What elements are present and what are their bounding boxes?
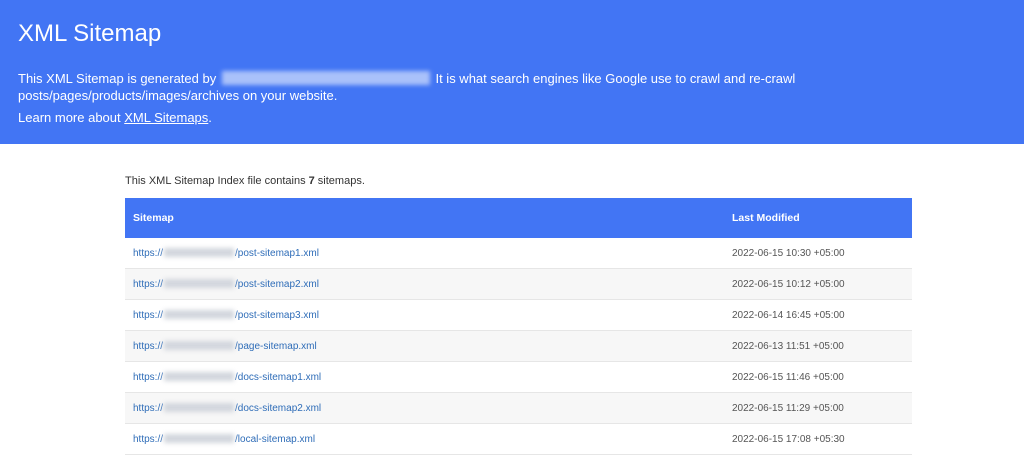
url-prefix: https:// xyxy=(133,309,164,321)
redacted-host xyxy=(164,278,235,288)
sitemap-url-cell: https:// /post-sitemap1.xml xyxy=(125,238,724,269)
sitemap-link[interactable]: https:// /post-sitemap1.xml xyxy=(133,247,319,259)
redacted-host xyxy=(164,309,235,319)
sitemap-summary: This XML Sitemap Index file contains 7 s… xyxy=(125,144,912,188)
intro-before: This XML Sitemap is generated by xyxy=(18,71,217,86)
sitemap-table: Sitemap Last Modified https:// /post-site… xyxy=(125,198,912,455)
redacted-host xyxy=(164,402,235,412)
last-modified-cell: 2022-06-13 11:51 +05:00 xyxy=(724,330,912,362)
redacted-host xyxy=(164,247,235,257)
url-prefix: https:// xyxy=(133,247,164,259)
redacted-plugin-link[interactable] xyxy=(221,71,430,85)
last-modified-cell: 2022-06-15 11:29 +05:00 xyxy=(724,392,912,424)
url-prefix: https:// xyxy=(133,371,164,383)
sitemap-url-cell: https:// /post-sitemap2.xml xyxy=(125,268,724,300)
main-content: This XML Sitemap Index file contains 7 s… xyxy=(125,144,912,455)
url-path: /post-sitemap2.xml xyxy=(235,278,319,290)
url-path: /local-sitemap.xml xyxy=(235,433,316,445)
url-path: /docs-sitemap1.xml xyxy=(235,371,322,383)
sitemap-url-cell: https:// /local-sitemap.xml xyxy=(125,423,724,455)
sitemap-link[interactable]: https:// /docs-sitemap1.xml xyxy=(133,371,322,383)
url-prefix: https:// xyxy=(133,402,164,414)
table-header-row: Sitemap Last Modified xyxy=(125,198,912,238)
sitemap-link[interactable]: https:// /post-sitemap3.xml xyxy=(133,309,319,321)
last-modified-cell: 2022-06-15 17:08 +05:30 xyxy=(724,423,912,455)
url-prefix: https:// xyxy=(133,340,164,352)
url-path: /docs-sitemap2.xml xyxy=(235,402,322,414)
last-modified-cell: 2022-06-15 10:30 +05:00 xyxy=(724,238,912,269)
url-path: /post-sitemap1.xml xyxy=(235,247,319,259)
page-header: XML Sitemap This XML Sitemap is generate… xyxy=(0,0,1024,144)
sitemap-link[interactable]: https:// /docs-sitemap2.xml xyxy=(133,402,322,414)
last-modified-cell: 2022-06-15 11:46 +05:00 xyxy=(724,361,912,393)
intro-text: This XML Sitemap is generated by It is w… xyxy=(18,70,1006,104)
url-prefix: https:// xyxy=(133,433,164,445)
column-sitemap: Sitemap xyxy=(125,198,724,238)
xml-sitemaps-link[interactable]: XML Sitemaps xyxy=(124,110,208,125)
sitemap-link[interactable]: https:// /local-sitemap.xml xyxy=(133,433,316,445)
redacted-host xyxy=(164,340,235,350)
sitemap-link[interactable]: https:// /page-sitemap.xml xyxy=(133,340,317,352)
table-row: https:// /post-sitemap2.xml 2022-06-15 10:… xyxy=(125,268,912,300)
table-row: https:// /docs-sitemap1.xml 2022-06-15 11:… xyxy=(125,361,912,393)
last-modified-cell: 2022-06-15 10:12 +05:00 xyxy=(724,268,912,300)
table-row: https:// /post-sitemap3.xml 2022-06-14 16:… xyxy=(125,299,912,331)
page-title: XML Sitemap xyxy=(18,20,162,47)
table-row: https:// /docs-sitemap2.xml 2022-06-15 11:… xyxy=(125,392,912,424)
learn-more-prefix: Learn more about xyxy=(18,110,125,125)
table-row: https:// /local-sitemap.xml 2022-06-15 17:… xyxy=(125,423,912,455)
table-row: https:// /post-sitemap1.xml 2022-06-15 10:… xyxy=(125,238,912,269)
url-path: /post-sitemap3.xml xyxy=(235,309,319,321)
summary-prefix: This XML Sitemap Index file contains xyxy=(125,175,309,187)
url-path: /page-sitemap.xml xyxy=(235,340,317,352)
sitemap-url-cell: https:// /docs-sitemap1.xml xyxy=(125,361,724,393)
sitemap-url-cell: https:// /page-sitemap.xml xyxy=(125,330,724,362)
table-row: https:// /page-sitemap.xml 2022-06-13 11:5… xyxy=(125,330,912,362)
redacted-host xyxy=(164,433,235,443)
sitemap-url-cell: https:// /docs-sitemap2.xml xyxy=(125,392,724,424)
column-last-modified: Last Modified xyxy=(724,198,912,238)
redacted-host xyxy=(164,371,235,381)
sitemap-url-cell: https:// /post-sitemap3.xml xyxy=(125,299,724,331)
learn-more-suffix: . xyxy=(208,110,212,125)
url-prefix: https:// xyxy=(133,278,164,290)
sitemap-link[interactable]: https:// /post-sitemap2.xml xyxy=(133,278,319,290)
summary-suffix: sitemaps. xyxy=(314,175,365,187)
last-modified-cell: 2022-06-14 16:45 +05:00 xyxy=(724,299,912,331)
learn-more-text: Learn more about XML Sitemaps. xyxy=(18,109,1006,126)
